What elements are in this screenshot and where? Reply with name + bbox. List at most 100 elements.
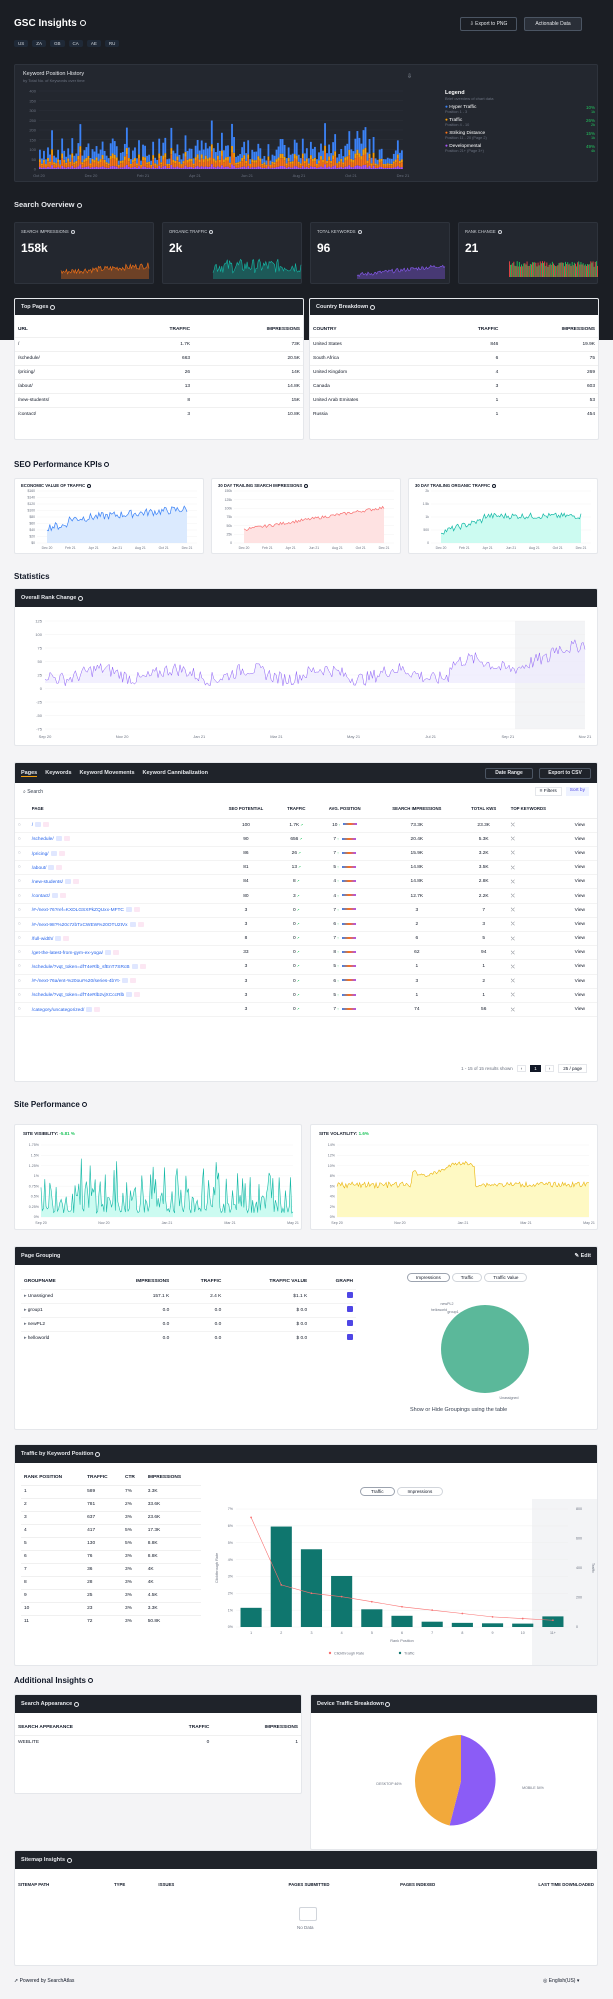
column-header[interactable]: GRAPH <box>310 1275 356 1289</box>
page-cell[interactable]: /schedule/?vqt_token=dfT4eRlb2vjXCccRlb <box>29 988 215 1002</box>
page-link[interactable]: /about/ <box>32 866 47 871</box>
actionable-data-button[interactable]: Actionable Data <box>524 17 582 31</box>
row-checkbox[interactable]: ○ <box>15 932 29 946</box>
top-keywords-cell[interactable]: ⤬ <box>508 946 572 960</box>
country-pill-gb[interactable]: GB <box>50 40 65 47</box>
row-checkbox[interactable]: ○ <box>15 875 29 889</box>
rank-row[interactable]: 1 589 7% 3.3K <box>21 1485 201 1498</box>
table-row[interactable]: Canada 3 603 <box>310 379 598 393</box>
info-icon[interactable] <box>76 202 82 208</box>
row-checkbox[interactable]: ○ <box>15 889 29 903</box>
page-cell[interactable]: /schedule/ <box>29 832 215 846</box>
column-header[interactable]: CTR <box>122 1471 145 1485</box>
grouping-row[interactable]: ▸ group1 0.0 0.0 $ 0.0 <box>21 1303 356 1317</box>
table-row[interactable]: ○/about/81 13 ↗ 5 ↑ 14.8K 3.5K ⤬ View <box>15 861 597 875</box>
external-link-icon[interactable] <box>63 935 70 941</box>
top-keywords-cell[interactable]: ⤬ <box>508 917 572 931</box>
date-range-button[interactable]: Date Range <box>485 767 533 779</box>
view-button[interactable]: View <box>572 988 597 1002</box>
rank-row[interactable]: 4 417 5% 17.3K <box>21 1524 201 1537</box>
rank-row[interactable]: 7 36 3% 4K <box>21 1563 201 1576</box>
tab-0[interactable]: Pages <box>21 770 38 777</box>
table-row[interactable]: /schedule/663 20.5K <box>15 351 303 365</box>
edit-button[interactable]: ✎ Edit <box>574 1253 591 1259</box>
page-link[interactable]: /schedule/ <box>32 837 54 842</box>
info-icon[interactable] <box>79 20 86 27</box>
copy-icon[interactable] <box>65 878 71 884</box>
rank-row[interactable]: 6 76 3% 8.8K <box>21 1550 201 1563</box>
view-button[interactable]: View <box>572 1002 597 1016</box>
top-keywords-cell[interactable]: ⤬ <box>508 818 572 832</box>
page-link[interactable]: /#-/next-76?ref=KXDLGSXPkZQUxx-MFTC <box>32 908 124 913</box>
traffic-bar[interactable] <box>542 1616 564 1627</box>
export-csv-button[interactable]: Export to CSV <box>539 767 591 779</box>
column-header[interactable]: SEARCH APPEARANCE <box>15 1721 153 1735</box>
table-row[interactable]: United Kingdom 4 269 <box>310 365 598 379</box>
rank-row[interactable]: 2 781 2% 33.6K <box>21 1498 201 1511</box>
rank-row[interactable]: 9 25 3% 4.5K <box>21 1589 201 1602</box>
top-keywords-cell[interactable]: ⤬ <box>508 832 572 846</box>
view-button[interactable]: View <box>572 903 597 917</box>
table-row[interactable]: Russia 1 454 <box>310 407 598 421</box>
copy-icon[interactable] <box>55 836 62 842</box>
table-row[interactable]: ○/contact/80 3 ↗ 4 ↑ 12.7K 2.2K ⤬ View <box>15 889 597 904</box>
view-button[interactable]: View <box>572 818 597 832</box>
copy-icon[interactable] <box>129 921 136 927</box>
external-link-icon[interactable] <box>56 864 63 870</box>
grouping-row[interactable]: ▸ Unassigned 157.1 K 2.4 K $1.1 K <box>21 1289 356 1303</box>
legend-item[interactable]: ● Traffic Position 4 - 10 26% 2k <box>445 118 595 127</box>
info-icon[interactable] <box>49 304 55 310</box>
copy-icon[interactable] <box>50 850 57 856</box>
external-link-icon[interactable] <box>112 949 119 955</box>
column-header[interactable]: IMPRESSIONS <box>193 323 303 337</box>
column-header[interactable]: TRAFFIC VALUE <box>224 1275 310 1289</box>
page-cell[interactable]: /get-the-latest-from-gym-ex-yoga/ <box>29 946 215 960</box>
table-row[interactable]: ○/pricing/86 26 ↗ 7 ↑ 15.9K 3.2K ⤬ View <box>15 846 597 861</box>
page-cell[interactable]: /full-width/ <box>29 932 215 946</box>
table-row[interactable]: ○/schedule/90 656 ↗ 7 ↑ 20.4K 5.3K ⤬ View <box>15 832 597 847</box>
column-header[interactable]: URL <box>15 323 119 337</box>
column-header[interactable]: TRAFFIC <box>277 800 315 818</box>
copy-icon[interactable] <box>122 978 129 984</box>
info-icon[interactable] <box>385 1701 391 1707</box>
copy-icon[interactable] <box>48 864 55 870</box>
table-row[interactable]: ○/schedule/?vqt_token=dfT4eRlb_sfEnT7SRc… <box>15 960 597 975</box>
checkbox-icon[interactable] <box>347 1292 353 1298</box>
tab-2[interactable]: Keyword Movements <box>80 770 135 777</box>
column-header[interactable]: IMPRESSIONS <box>145 1471 201 1485</box>
row-checkbox[interactable]: ○ <box>15 903 29 917</box>
legend-item[interactable]: Clickthrough Rate <box>334 1652 364 1656</box>
search-input[interactable]: ⌕ Search <box>23 789 43 795</box>
grouping-tab-0[interactable]: Impressions <box>407 1273 450 1282</box>
rank-row[interactable]: 5 130 5% 8.8K <box>21 1537 201 1550</box>
row-checkbox[interactable]: ○ <box>15 917 29 931</box>
top-keywords-cell[interactable]: ⤬ <box>508 846 572 860</box>
external-link-icon[interactable] <box>73 878 79 884</box>
legend-item[interactable]: ● Hyper Traffic Position 1 - 3 10% 1k <box>445 105 595 114</box>
page-cell[interactable]: /schedule/?vqt_token=dfT4eRlb_sfEnT7SRcB <box>29 960 215 974</box>
page-link[interactable]: /#-/next-98?%20c7zbTxCWEW%20OTU2tVx <box>32 922 128 927</box>
traffic-tab-1[interactable]: Impressions <box>396 1487 444 1496</box>
language-select[interactable]: ◎ English(US) ▾ <box>543 1978 579 1984</box>
sort-button[interactable]: Sort by <box>565 787 589 796</box>
column-header[interactable]: TOP KEYWORDS <box>508 800 572 818</box>
column-header[interactable]: ISSUES <box>155 1875 211 1893</box>
page-cell[interactable]: /#-/next-76?ref=KXDLGSXPkZQUxx-MFTC <box>29 903 215 917</box>
legend-item[interactable]: ● Developmental Position 21+ (Page 3+) 49%… <box>445 144 595 153</box>
table-row[interactable]: South Africa 6 75 <box>310 351 598 365</box>
filters-button[interactable]: ≡ Filters <box>534 787 562 796</box>
column-header[interactable]: TRAFFIC <box>436 323 501 337</box>
view-button[interactable]: View <box>572 974 597 988</box>
view-button[interactable]: View <box>572 861 597 875</box>
graph-toggle[interactable] <box>310 1289 356 1303</box>
traffic-bar[interactable] <box>451 1622 473 1627</box>
tab-1[interactable]: Keywords <box>45 770 71 777</box>
page-link[interactable]: /#-/next-76a/ent-%20our%20/series-4bYt- <box>32 979 121 984</box>
view-button[interactable]: View <box>572 875 597 889</box>
info-icon[interactable] <box>73 1701 79 1707</box>
table-row[interactable]: /pricing/26 14K <box>15 365 303 379</box>
external-link-icon[interactable] <box>133 907 140 913</box>
column-header[interactable]: SITEMAP PATH <box>15 1875 111 1893</box>
checkbox-icon[interactable] <box>347 1320 353 1326</box>
column-header[interactable]: SEO POTENTIAL <box>214 800 277 818</box>
